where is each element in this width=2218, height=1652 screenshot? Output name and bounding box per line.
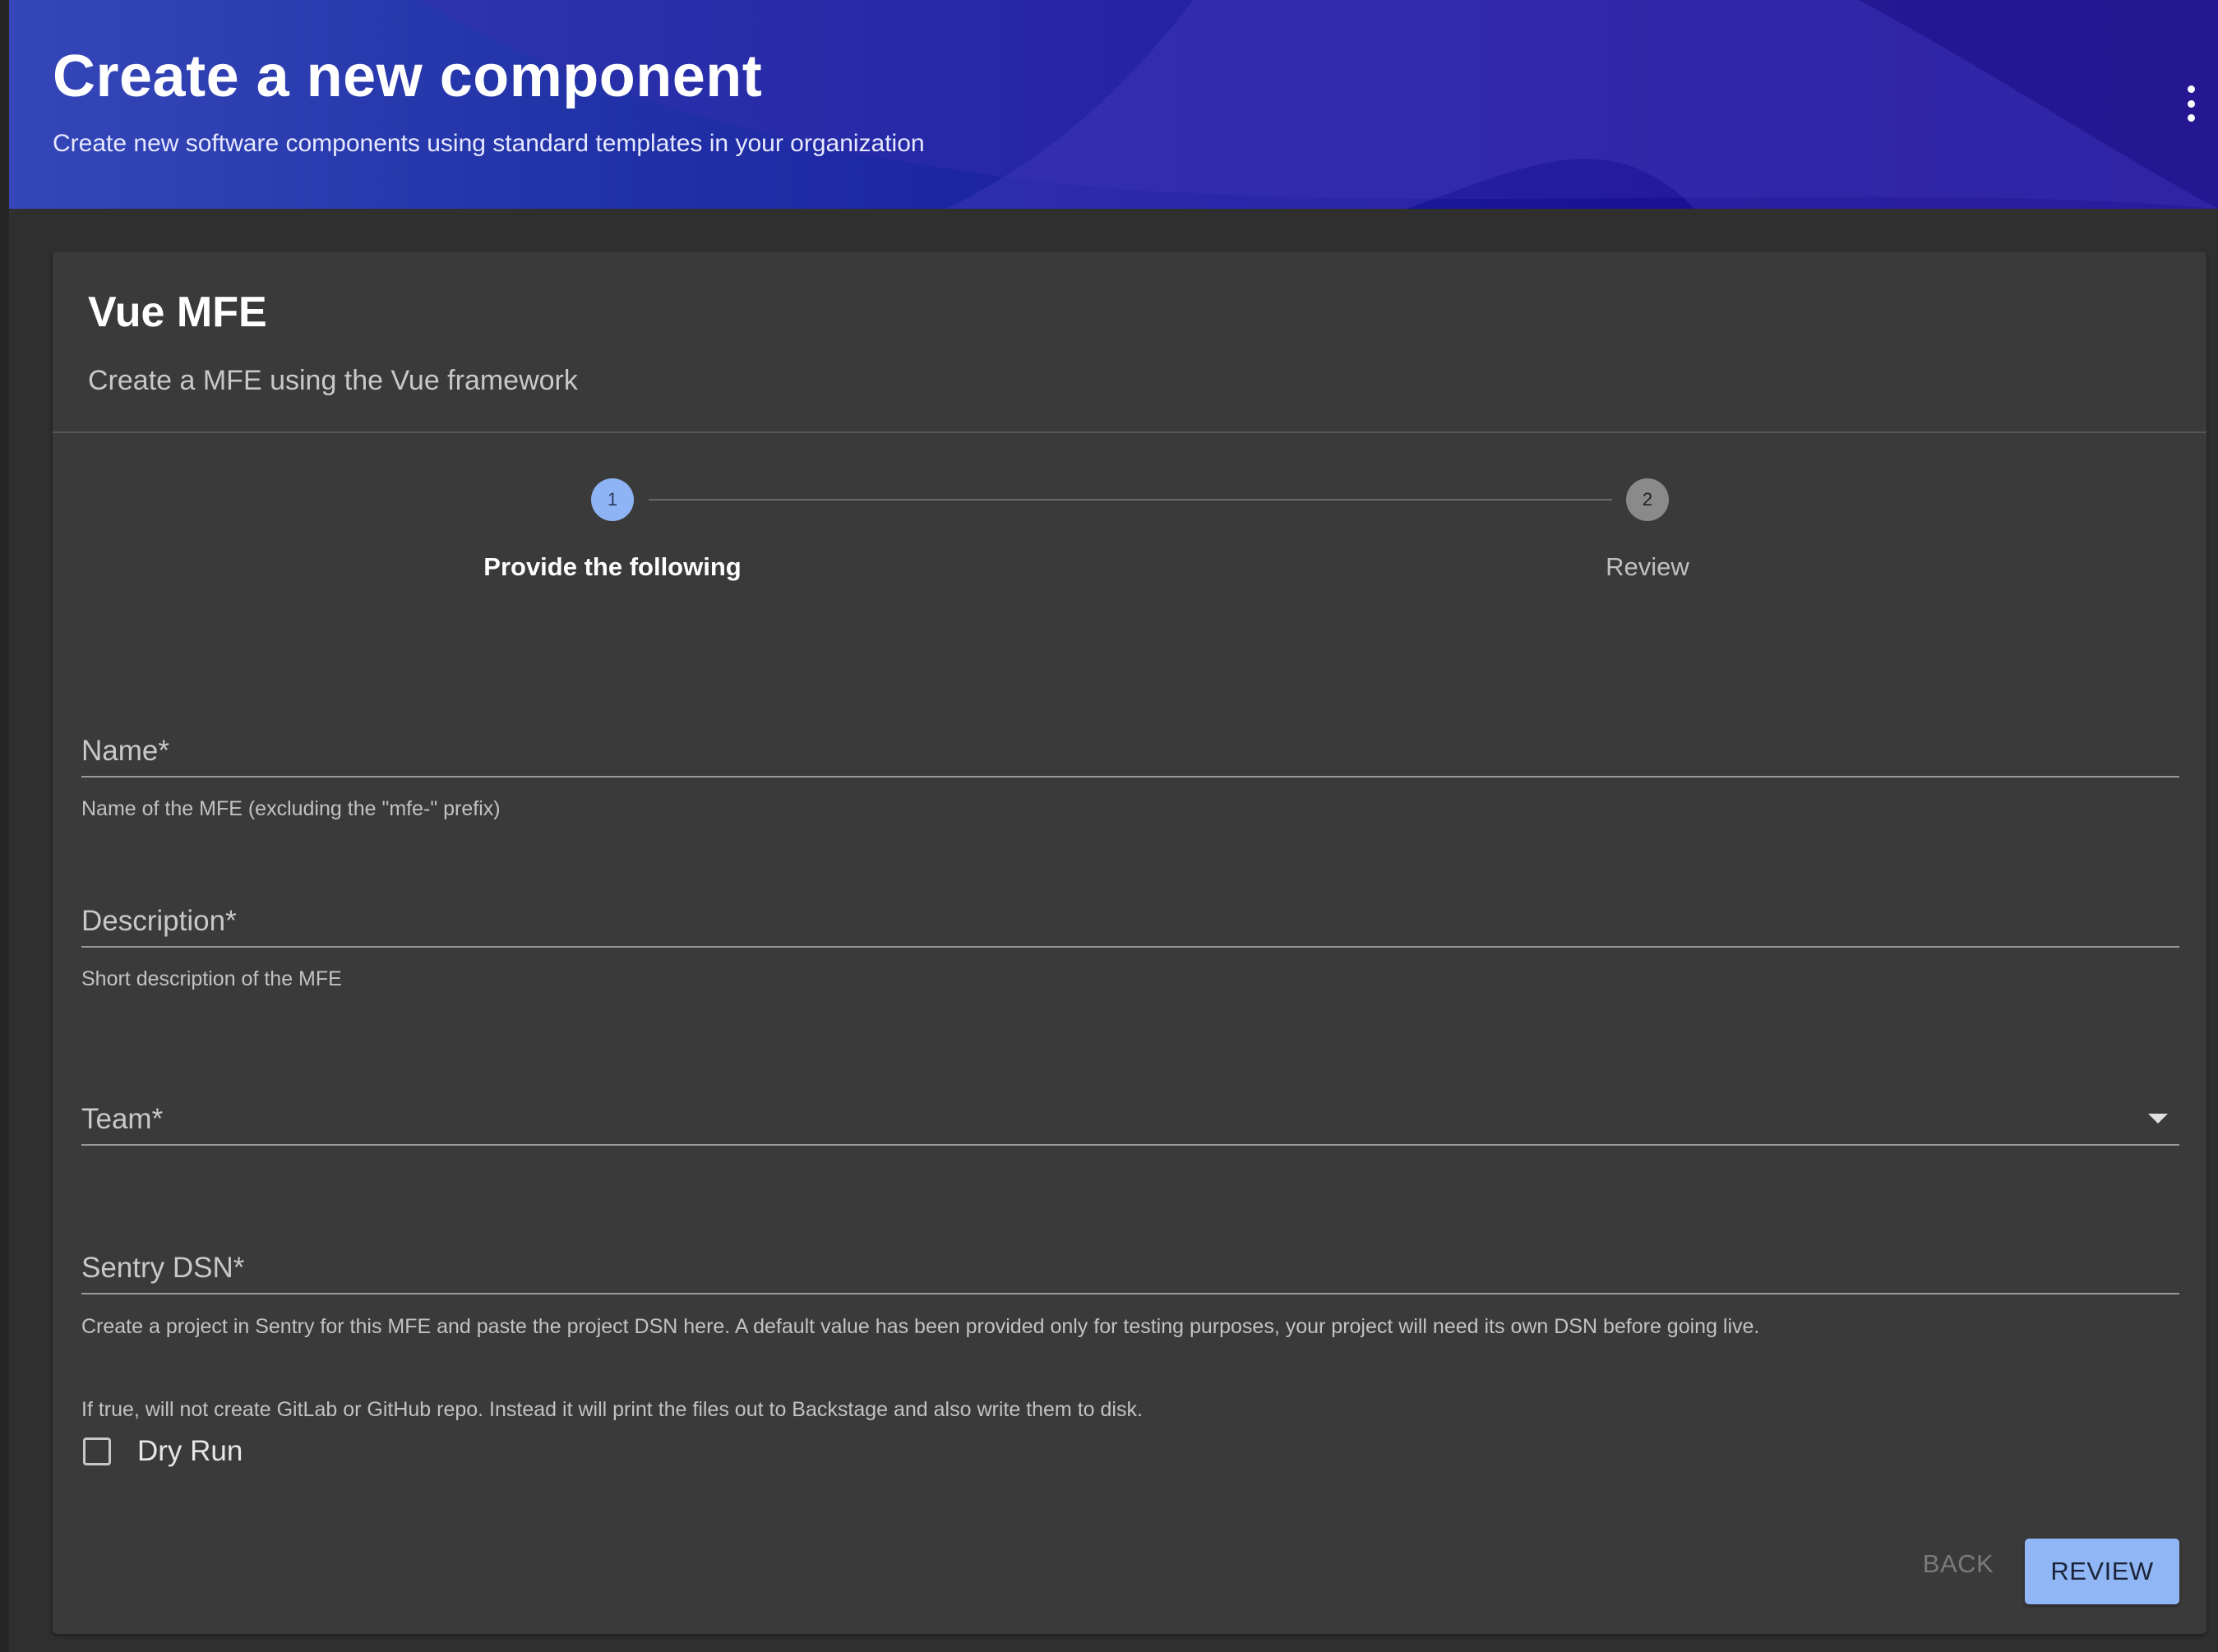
- description-field-label: Description*: [81, 905, 237, 937]
- step-2-label: Review: [1606, 552, 1689, 581]
- stepper-connector: [649, 499, 1612, 501]
- name-field-label: Name*: [81, 735, 169, 767]
- back-button[interactable]: BACK: [1892, 1538, 2024, 1590]
- description-field-underline: [81, 946, 2179, 948]
- dry-run-description: If true, will not create GitLab or GitHu…: [81, 1398, 1143, 1421]
- chevron-down-icon[interactable]: [2148, 1114, 2168, 1124]
- template-title: Vue MFE: [88, 288, 267, 336]
- team-field-underline: [81, 1144, 2179, 1146]
- sentry-dsn-input[interactable]: [81, 1233, 2179, 1299]
- name-field-underline: [81, 776, 2179, 778]
- sentry-dsn-field-underline: [81, 1293, 2179, 1294]
- page-title: Create a new component: [53, 44, 763, 109]
- template-form-card: Vue MFE Create a MFE using the Vue frame…: [53, 251, 2206, 1634]
- sentry-dsn-field-label: Sentry DSN*: [81, 1252, 245, 1284]
- left-edge-strip: [0, 0, 9, 1652]
- dry-run-checkbox[interactable]: [83, 1437, 111, 1465]
- kebab-dot: [2187, 114, 2195, 122]
- dry-run-label[interactable]: Dry Run: [137, 1435, 243, 1468]
- page-header: Create a new component Create new softwa…: [9, 0, 2218, 209]
- card-divider: [53, 431, 2206, 433]
- team-select[interactable]: [81, 1084, 2179, 1150]
- review-button[interactable]: REVIEW: [2025, 1539, 2179, 1604]
- step-1-label: Provide the following: [483, 552, 742, 581]
- description-field-hint: Short description of the MFE: [81, 967, 342, 990]
- template-description: Create a MFE using the Vue framework: [88, 365, 578, 396]
- team-field-label: Team*: [81, 1103, 164, 1135]
- kebab-dot: [2187, 99, 2195, 108]
- kebab-dot: [2187, 85, 2195, 93]
- sentry-dsn-field-hint: Create a project in Sentry for this MFE …: [81, 1315, 1760, 1338]
- description-input[interactable]: [81, 886, 2179, 952]
- step-2-indicator[interactable]: 2: [1626, 478, 1669, 521]
- page-subtitle: Create new software components using sta…: [53, 130, 925, 157]
- step-1-indicator[interactable]: 1: [591, 478, 634, 521]
- name-field-hint: Name of the MFE (excluding the "mfe-" pr…: [81, 797, 501, 820]
- name-input[interactable]: [81, 716, 2179, 782]
- more-vertical-icon[interactable]: [2179, 85, 2203, 122]
